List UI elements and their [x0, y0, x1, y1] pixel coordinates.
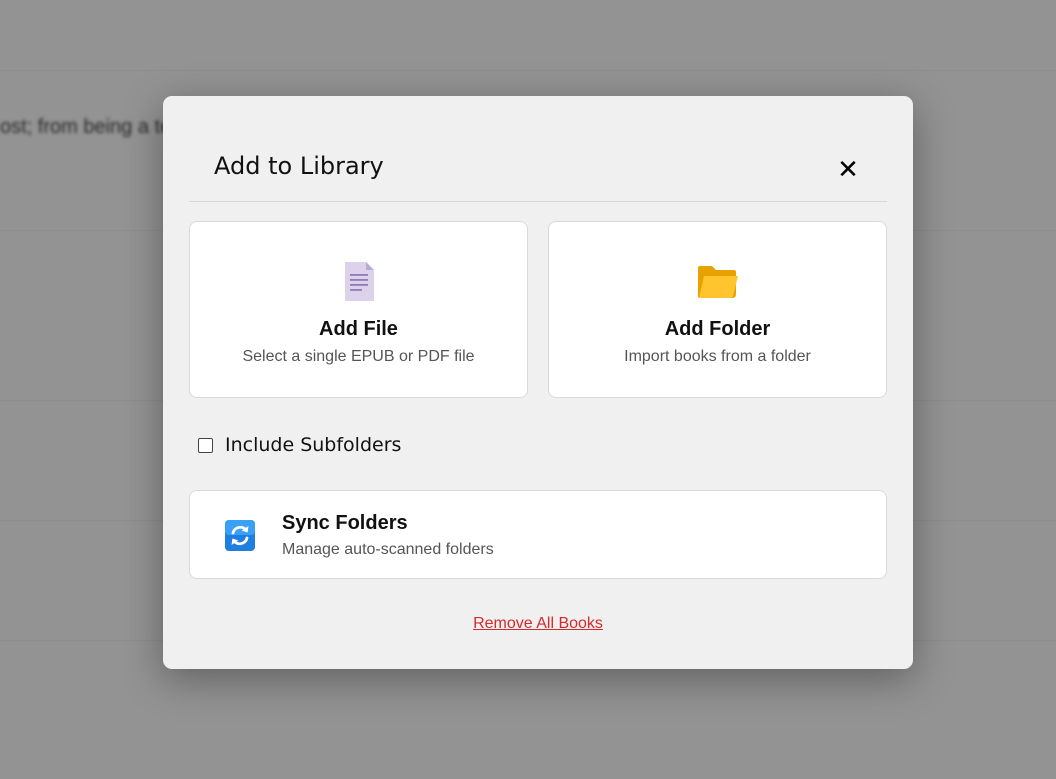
add-folder-button[interactable]: Add Folder Import books from a folder	[548, 221, 887, 398]
sync-folders-title: Sync Folders	[282, 512, 408, 534]
add-to-library-dialog: Add to Library ✕ Add File Select a singl…	[163, 96, 913, 669]
include-subfolders-checkbox[interactable]	[198, 437, 213, 453]
close-button[interactable]: ✕	[834, 156, 862, 184]
folder-icon	[697, 266, 738, 298]
dialog-title: Add to Library	[214, 152, 384, 180]
include-subfolders-option[interactable]: Include Subfolders	[198, 432, 401, 458]
add-file-button[interactable]: Add File Select a single EPUB or PDF fil…	[189, 221, 528, 398]
background-divider	[0, 70, 1056, 71]
dialog-header: Add to Library ✕	[189, 96, 887, 202]
sync-folders-subtitle: Manage auto-scanned folders	[282, 541, 494, 558]
add-folder-title: Add Folder	[664, 318, 771, 340]
add-file-title: Add File	[319, 318, 398, 340]
sync-folders-button[interactable]: Sync Folders Manage auto-scanned folders	[189, 490, 887, 579]
background-text: ost; from being a te	[0, 116, 172, 138]
add-file-subtitle: Select a single EPUB or PDF file	[242, 348, 475, 365]
close-icon: ✕	[837, 155, 859, 185]
remove-all-books-link[interactable]: Remove All Books	[473, 615, 603, 632]
document-icon	[344, 262, 374, 301]
sync-icon	[225, 520, 255, 551]
remove-all-row: Remove All Books	[163, 615, 913, 633]
include-subfolders-label[interactable]: Include Subfolders	[225, 434, 401, 456]
add-folder-subtitle: Import books from a folder	[624, 348, 811, 365]
